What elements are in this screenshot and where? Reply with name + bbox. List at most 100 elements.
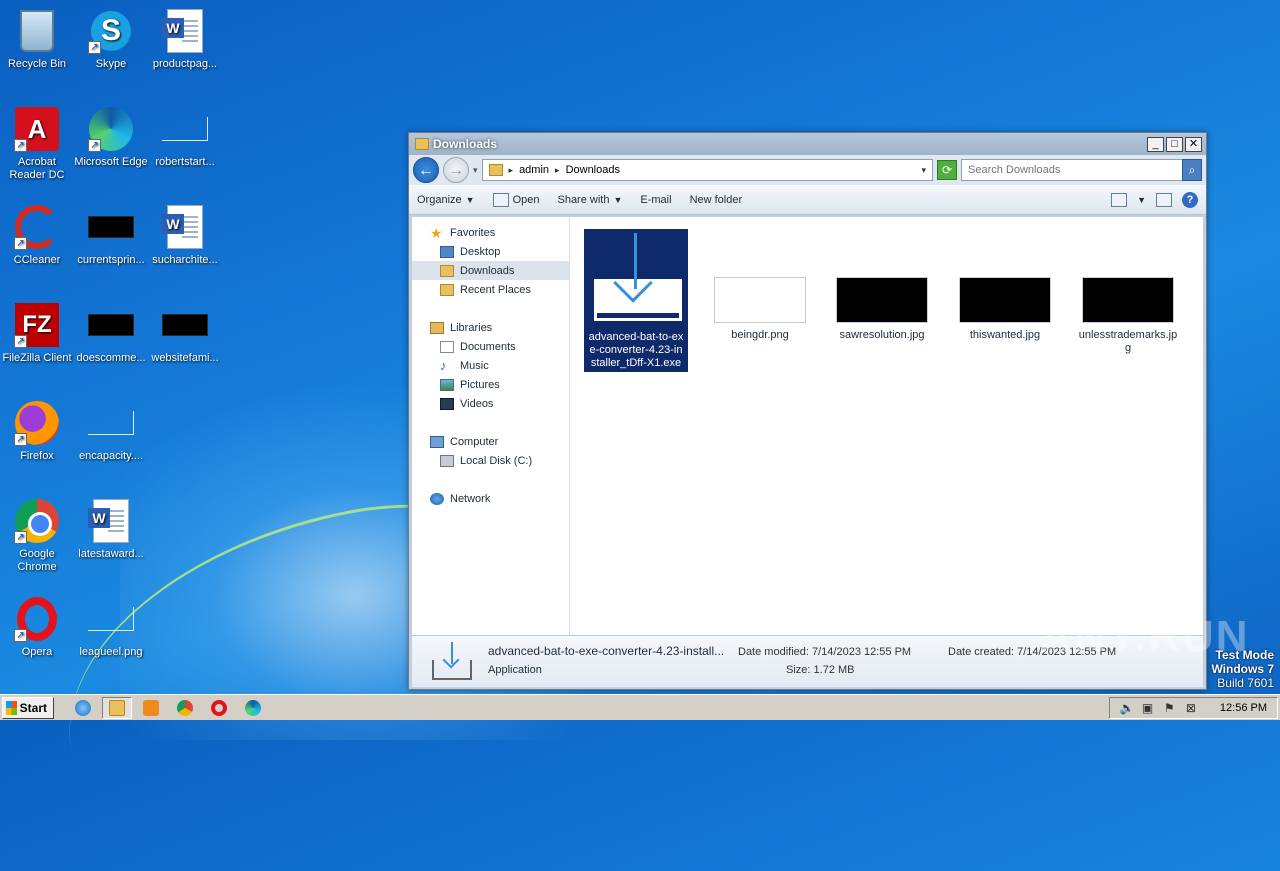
desktop-icon-label: Recycle Bin xyxy=(7,58,67,70)
nav-libraries[interactable]: Libraries xyxy=(412,318,569,337)
help-icon[interactable]: ? xyxy=(1182,192,1198,208)
network-tray-icon[interactable]: ▣ xyxy=(1142,702,1156,714)
nav-music[interactable]: ♪ Music xyxy=(412,356,569,375)
blank-file-icon xyxy=(88,400,134,446)
nav-local-disk[interactable]: Local Disk (C:) xyxy=(412,451,569,470)
blank-file-icon xyxy=(88,596,134,642)
file-item[interactable]: beingdr.png xyxy=(708,277,812,342)
desktop-icon-recycle-bin[interactable]: Recycle Bin xyxy=(0,8,74,71)
recent-places-icon xyxy=(440,283,454,296)
new-folder-button[interactable]: New folder xyxy=(690,194,743,206)
file-item[interactable]: thiswanted.jpg xyxy=(953,277,1057,342)
libraries-icon xyxy=(430,321,444,334)
disk-icon xyxy=(440,454,454,467)
file-item[interactable]: advanced-bat-to-exe-converter-4.23-insta… xyxy=(584,229,688,372)
chevron-right-icon[interactable]: ▸ xyxy=(555,165,560,176)
system-tray: 🔈 ▣ ⚑ ⊠ 12:56 PM xyxy=(1108,696,1278,719)
open-label: Open xyxy=(512,194,540,206)
nav-computer[interactable]: Computer xyxy=(412,432,569,451)
nav-favorites[interactable]: ★ Favorites xyxy=(412,223,569,242)
view-dropdown-icon[interactable]: ▼ xyxy=(1137,195,1146,205)
refresh-button[interactable]: ⟳ xyxy=(937,160,957,180)
desktop-icon-doescomme[interactable]: doescomme... xyxy=(74,302,148,365)
minimize-button[interactable]: _ xyxy=(1147,136,1164,152)
recent-pages-dropdown[interactable]: ▾ xyxy=(473,165,478,176)
close-button[interactable]: ✕ xyxy=(1185,136,1202,152)
desktop-icon-chrome[interactable]: ↗ Google Chrome xyxy=(0,498,74,574)
search-input[interactable] xyxy=(961,159,1183,181)
taskbar-opera[interactable] xyxy=(204,697,234,719)
desktop-icon-firefox[interactable]: ↗ Firefox xyxy=(0,400,74,463)
desktop-icon-robertstart[interactable]: robertstart... xyxy=(148,106,222,169)
network-icon xyxy=(430,492,444,505)
desktop-icon-acrobat[interactable]: A ↗ Acrobat Reader DC xyxy=(0,106,74,182)
taskbar-chrome[interactable] xyxy=(170,697,200,719)
clock[interactable]: 12:56 PM xyxy=(1220,702,1267,714)
taskbar-explorer[interactable] xyxy=(102,696,132,719)
desktop-icon-ccleaner[interactable]: ↗ CCleaner xyxy=(0,204,74,267)
desktop-icon-skype[interactable]: S ↗ Skype xyxy=(74,8,148,71)
taskbar-ie[interactable] xyxy=(68,697,98,719)
maximize-button[interactable]: □ xyxy=(1166,136,1183,152)
volume-icon[interactable]: 🔈 xyxy=(1120,702,1135,714)
search-icon[interactable]: ⌕ xyxy=(1182,159,1202,181)
chevron-right-icon[interactable]: ▸ xyxy=(509,165,514,176)
desktop-icon-currentsprin[interactable]: currentsprin... xyxy=(74,204,148,267)
image-thumbnail-icon xyxy=(714,277,806,323)
date-modified-label: Date modified: xyxy=(738,646,809,658)
desktop-icon-filezilla[interactable]: FZ ↗ FileZilla Client xyxy=(0,302,74,365)
size-value: 1.72 MB xyxy=(813,664,855,676)
desktop-icon-label: productpag... xyxy=(152,58,218,70)
desktop-icon-label: CCleaner xyxy=(13,254,61,266)
desktop-icon-edge[interactable]: ↗ Microsoft Edge xyxy=(74,106,148,169)
back-button[interactable]: ← xyxy=(413,157,439,183)
start-button[interactable]: Start xyxy=(2,696,54,719)
nav-network[interactable]: Network xyxy=(412,489,569,508)
taskbar: Start 🔈 ▣ ⚑ ⊠ 12:56 PM xyxy=(0,694,1280,720)
address-dropdown-icon[interactable]: ▾ xyxy=(921,165,926,176)
forward-button[interactable]: → xyxy=(443,157,469,183)
email-button[interactable]: E-mail xyxy=(640,194,671,206)
desktop-icon-label: websitefami... xyxy=(151,352,219,364)
nav-pictures[interactable]: Pictures xyxy=(412,375,569,394)
nav-recent-places[interactable]: Recent Places xyxy=(412,280,569,299)
nav-label: Computer xyxy=(450,435,499,448)
installer-icon xyxy=(430,642,474,682)
desktop-icon-leagueel[interactable]: leagueel.png xyxy=(74,596,148,659)
organize-label: Organize xyxy=(417,194,462,206)
breadcrumb-admin[interactable]: admin xyxy=(519,164,549,176)
explorer-window[interactable]: Downloads _ □ ✕ ← → ▾ ▸ admin ▸ Download… xyxy=(408,132,1207,690)
file-item[interactable]: sawresolution.jpg xyxy=(830,277,934,342)
date-created-label: Date created: xyxy=(948,646,1015,658)
desktop-icon-encapacity[interactable]: encapacity.... xyxy=(74,400,148,463)
organize-button[interactable]: Organize ▼ xyxy=(417,194,475,206)
desktop-icon-label: sucharchite... xyxy=(152,254,218,266)
window-titlebar[interactable]: Downloads _ □ ✕ xyxy=(409,133,1206,155)
explorer-icon xyxy=(109,699,125,716)
nav-videos[interactable]: Videos xyxy=(412,394,569,413)
nav-downloads[interactable]: Downloads xyxy=(412,261,569,280)
nav-desktop[interactable]: Desktop xyxy=(412,242,569,261)
action-center-flag-icon[interactable]: ⚑ xyxy=(1164,702,1178,714)
preview-pane-icon[interactable] xyxy=(1156,193,1172,207)
security-icon[interactable]: ⊠ xyxy=(1186,702,1200,714)
desktop-icon-sucharchite[interactable]: sucharchite... xyxy=(148,204,222,267)
image-thumbnail-icon xyxy=(959,277,1051,323)
ie-icon xyxy=(75,699,91,716)
breadcrumb-downloads[interactable]: Downloads xyxy=(566,164,620,176)
address-bar[interactable]: ▸ admin ▸ Downloads ▾ xyxy=(481,159,933,181)
taskbar-media-player[interactable] xyxy=(136,697,166,719)
taskbar-edge[interactable] xyxy=(238,697,268,719)
change-view-icon[interactable] xyxy=(1111,193,1128,207)
file-item[interactable]: unlesstrademarks.jpg xyxy=(1076,277,1180,355)
desktop-icon-latestaward[interactable]: latestaward... xyxy=(74,498,148,561)
nav-documents[interactable]: Documents xyxy=(412,337,569,356)
desktop-icon-opera[interactable]: ↗ Opera xyxy=(0,596,74,659)
open-button[interactable]: Open xyxy=(492,193,540,207)
file-list[interactable]: advanced-bat-to-exe-converter-4.23-insta… xyxy=(570,217,1203,635)
explorer-body: ★ Favorites Desktop Downloads Recent Plac… xyxy=(412,217,1203,635)
share-with-button[interactable]: Share with ▼ xyxy=(557,194,622,206)
desktop-icon-productpag[interactable]: productpag... xyxy=(148,8,222,71)
desktop-icon-websitefami[interactable]: websitefami... xyxy=(148,302,222,365)
date-modified-value: 7/14/2023 12:55 PM xyxy=(812,646,912,658)
